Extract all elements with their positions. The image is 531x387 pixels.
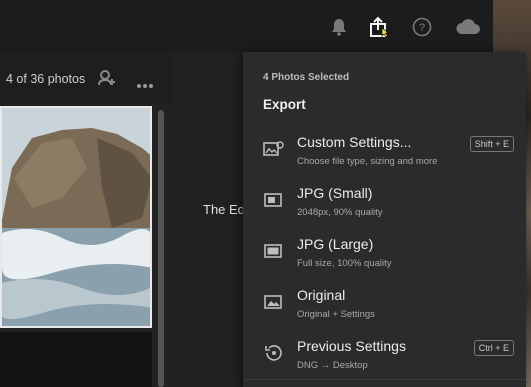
original-icon xyxy=(263,293,285,311)
export-previous-settings-item[interactable]: Previous Settings DNG → Desktop Ctrl + E xyxy=(243,336,526,384)
item-sublabel: Choose file type, sizing and more xyxy=(297,156,438,167)
selected-photo-thumbnail[interactable] xyxy=(0,106,152,328)
center-truncated-text: The Ed xyxy=(203,202,245,217)
shortcut-badge: Shift + E xyxy=(469,136,514,152)
share-icon[interactable] xyxy=(368,16,390,38)
export-title: Export xyxy=(263,97,306,112)
next-photo-thumbnail[interactable] xyxy=(0,332,152,387)
export-jpg-large-item[interactable]: JPG (Large) Full size, 100% quality xyxy=(243,234,526,282)
item-sublabel: 2048px, 90% quality xyxy=(297,207,383,218)
export-custom-settings-item[interactable]: Custom Settings... Choose file type, siz… xyxy=(243,132,526,180)
help-icon[interactable]: ? xyxy=(411,16,433,38)
item-label: Custom Settings... xyxy=(297,134,412,150)
top-bar: ? xyxy=(0,0,531,52)
bell-icon[interactable] xyxy=(328,16,350,38)
item-label: JPG (Large) xyxy=(297,236,374,252)
previous-settings-icon xyxy=(263,344,285,362)
export-menu: 4 Photos Selected Export Custom Settings… xyxy=(243,52,526,387)
add-person-icon[interactable] xyxy=(98,70,116,91)
item-sublabel: DNG → Desktop xyxy=(297,360,368,371)
export-original-item[interactable]: Original Original + Settings xyxy=(243,285,526,333)
jpg-large-icon xyxy=(263,242,285,260)
item-label: Previous Settings xyxy=(297,338,406,354)
shortcut-badge: Ctrl + E xyxy=(473,340,514,356)
item-sublabel: Full size, 100% quality xyxy=(297,258,392,269)
export-jpg-small-item[interactable]: JPG (Small) 2048px, 90% quality xyxy=(243,183,526,231)
selection-count-label: 4 Photos Selected xyxy=(263,72,350,83)
item-sublabel: Original + Settings xyxy=(297,309,375,320)
custom-settings-icon xyxy=(263,140,285,158)
jpg-small-icon xyxy=(263,191,285,209)
photo-count-label: 4 of 36 photos xyxy=(6,72,86,86)
grid-scrollbar[interactable] xyxy=(158,110,164,387)
center-panel xyxy=(172,52,243,387)
cloud-icon[interactable] xyxy=(454,16,482,38)
grid-header: 4 of 36 photos xyxy=(0,52,172,104)
item-label: Original xyxy=(297,287,346,303)
svg-text:?: ? xyxy=(419,22,425,34)
item-label: JPG (Small) xyxy=(297,185,373,201)
menu-divider xyxy=(243,379,526,380)
more-options-icon[interactable] xyxy=(136,76,154,94)
